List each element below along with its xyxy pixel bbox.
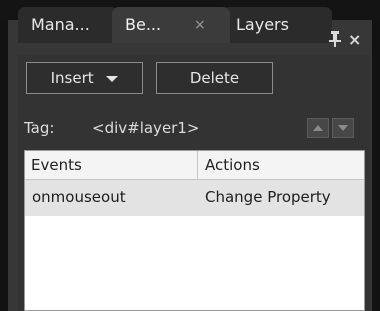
tab-label: Layers (236, 15, 289, 34)
tag-value: <div#layer1> (92, 119, 200, 137)
tab-label: Be... (125, 15, 162, 34)
table-row[interactable]: onmouseout Change Property (25, 180, 364, 216)
arrow-up-icon (313, 125, 323, 131)
move-down-button[interactable] (332, 118, 354, 138)
tab-layers[interactable]: Layers (222, 7, 332, 43)
tab-manage[interactable]: Mana... (18, 7, 118, 43)
column-header-actions[interactable]: Actions (205, 156, 260, 174)
column-header-events[interactable]: Events (31, 156, 82, 174)
event-cell: onmouseout (32, 188, 126, 206)
insert-label: Insert (50, 69, 94, 87)
tab-close-icon[interactable]: × (194, 7, 206, 43)
pin-icon[interactable] (328, 30, 342, 50)
tab-behaviors[interactable]: Be... × (112, 7, 230, 43)
delete-label: Delete (189, 69, 240, 87)
behaviors-table: Events Actions onmouseout Change Propert… (24, 150, 365, 311)
tag-label: Tag: (24, 119, 55, 137)
column-divider[interactable] (197, 151, 198, 179)
insert-button[interactable]: Insert (26, 62, 143, 94)
panel-left-edge (0, 20, 8, 311)
move-up-button[interactable] (307, 118, 329, 138)
tab-label: Mana... (31, 15, 90, 34)
panel-right-edge (372, 20, 380, 311)
panel-close-icon[interactable]: × (348, 30, 361, 50)
table-header: Events Actions (25, 151, 364, 180)
delete-button[interactable]: Delete (156, 62, 273, 94)
dropdown-arrow-icon (106, 75, 119, 82)
arrow-down-icon (338, 125, 348, 131)
action-cell: Change Property (205, 188, 331, 206)
